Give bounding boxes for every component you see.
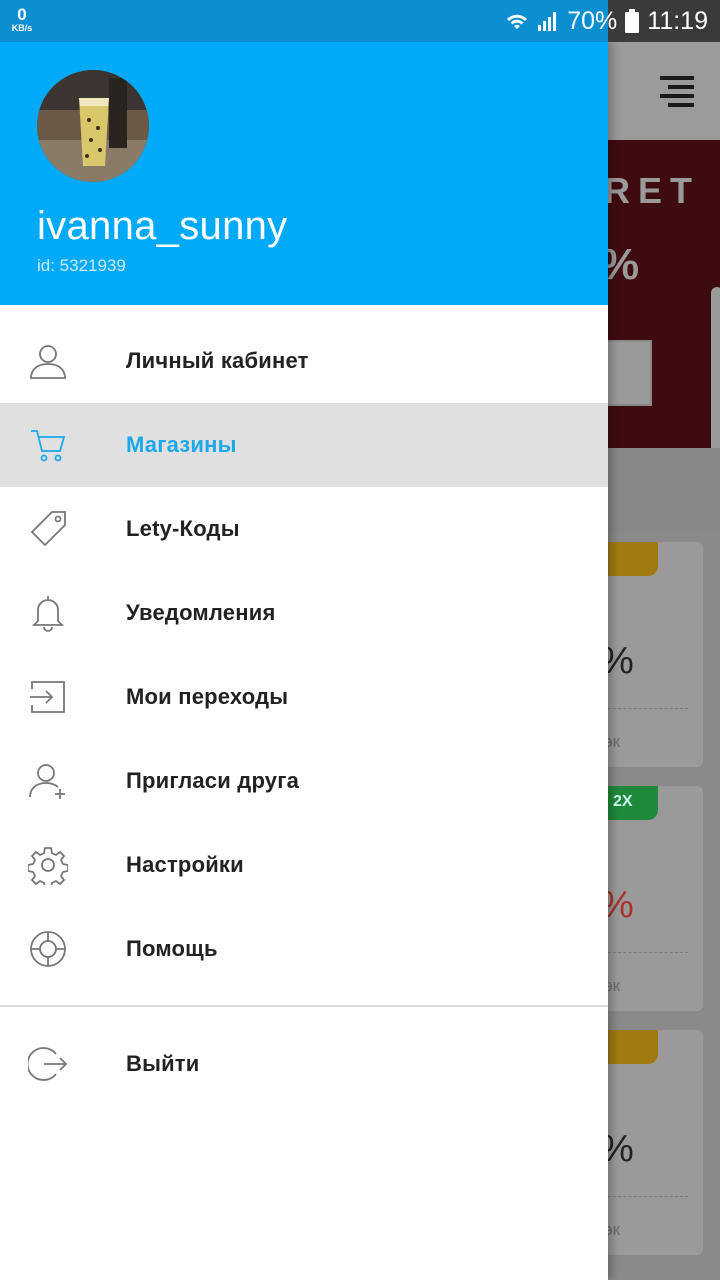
drawer-menu: Личный кабинет Магазины Lety-Коды Уведом… (0, 319, 608, 991)
cart-icon (28, 425, 68, 465)
battery-percent: 70% (567, 6, 618, 35)
clock: 11:19 (647, 6, 708, 35)
signal-icon (537, 10, 559, 32)
cashback-badge (600, 542, 658, 576)
menu-item-personal-account[interactable]: Личный кабинет (0, 319, 608, 403)
user-id: id: 5321939 (37, 256, 126, 275)
cashback-badge: 2X (600, 786, 658, 820)
menu-item-stores[interactable]: Магазины (0, 403, 608, 487)
navigation-drawer: ivanna_sunny id: 5321939 Личный кабинет … (0, 42, 608, 1280)
battery-icon (625, 9, 640, 33)
wifi-icon (505, 9, 529, 33)
cashback-badge (600, 1030, 658, 1064)
lifebuoy-icon (28, 929, 68, 969)
menu-divider (0, 1005, 608, 1007)
gear-icon (27, 845, 69, 889)
net-speed: 0 KB/s (11, 5, 33, 33)
enter-icon (28, 677, 68, 717)
menu-item-settings[interactable]: Настройки (0, 823, 608, 907)
menu-item-lety-codes[interactable]: Lety-Коды (0, 487, 608, 571)
menu-item-help[interactable]: Помощь (0, 907, 608, 991)
avatar[interactable] (37, 70, 149, 182)
status-bar: 0 KB/s 70% 11:19 (0, 0, 720, 42)
add-person-icon (28, 761, 68, 801)
logout-button[interactable]: Выйти (0, 1022, 608, 1106)
tag-icon (28, 509, 68, 549)
person-icon (28, 341, 68, 381)
menu-item-invite-friend[interactable]: Пригласи друга (0, 739, 608, 823)
menu-item-notifications[interactable]: Уведомления (0, 571, 608, 655)
drawer-header: ivanna_sunny id: 5321939 (0, 42, 608, 305)
drawer-logout-section: Выйти (0, 1022, 608, 1106)
username: ivanna_sunny (37, 204, 288, 248)
menu-item-my-transitions[interactable]: Мои переходы (0, 655, 608, 739)
menu-icon[interactable] (660, 76, 694, 108)
logout-icon (26, 1044, 68, 1084)
bell-icon (28, 593, 68, 633)
